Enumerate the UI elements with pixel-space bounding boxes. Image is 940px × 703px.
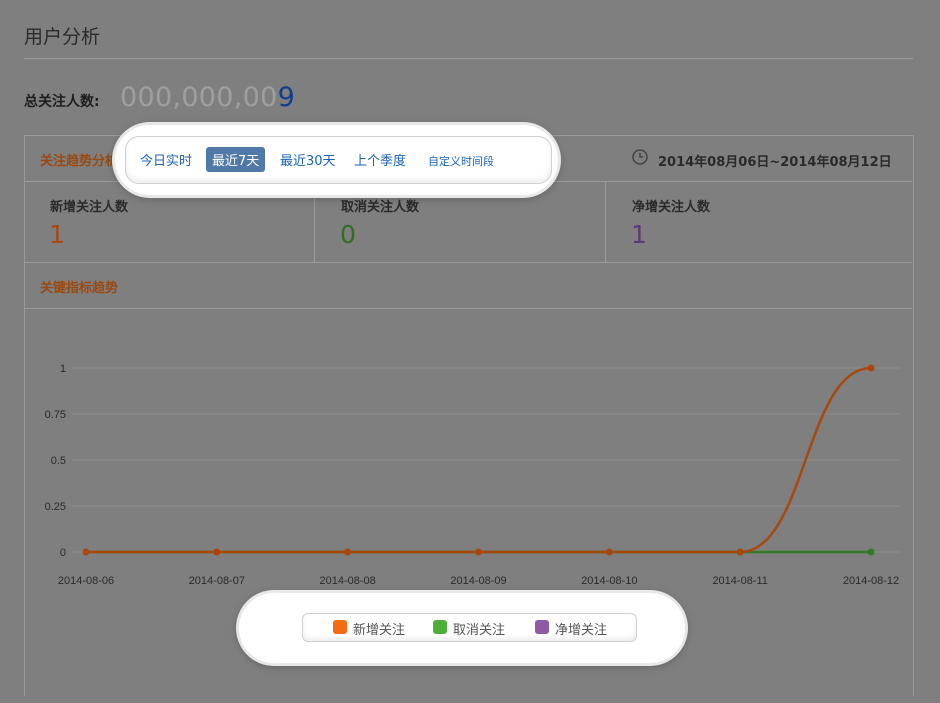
stat-new-value: 1	[49, 220, 65, 249]
data-point	[867, 548, 875, 556]
stat-cancel-label: 取消关注人数	[341, 200, 420, 215]
legend-new-label[interactable]: 新增关注	[353, 619, 405, 638]
legend-cancel-label[interactable]: 取消关注	[453, 619, 505, 638]
y-tick-label: 0.5	[51, 455, 66, 467]
x-tick-label: 2014-08-11	[712, 575, 767, 587]
tab-last-7-days[interactable]: 最近7天	[206, 147, 266, 172]
tab-custom-range[interactable]: 自定义时间段	[428, 153, 494, 169]
y-tick-label: 1	[60, 363, 66, 375]
y-tick-label: 0.25	[45, 501, 66, 513]
legend-net-swatch[interactable]	[535, 620, 549, 634]
kpi-title: 关键指标趋势	[40, 281, 119, 296]
stat-net-label: 净增关注人数	[632, 200, 711, 215]
total-followers-value: 000,000,009	[120, 82, 295, 113]
x-tick-label: 2014-08-08	[320, 575, 376, 587]
tab-last-30-days[interactable]: 最近30天	[280, 150, 336, 169]
page-title: 用户分析	[24, 26, 101, 48]
stat-new-label: 新增关注人数	[50, 200, 129, 215]
total-followers-label: 总关注人数:	[24, 94, 100, 110]
total-value-last-digit: 9	[277, 82, 296, 113]
kpi-header-row	[25, 263, 912, 309]
x-tick-label: 2014-08-12	[843, 575, 899, 587]
x-tick-label: 2014-08-09	[450, 575, 506, 587]
data-point	[475, 548, 482, 556]
data-point	[213, 548, 221, 556]
x-tick-label: 2014-08-06	[58, 575, 114, 587]
total-value-prefix: 000,000,00	[120, 82, 278, 113]
trend-line-chart: 0 0.25 0.5 0.75 1 2014-08-06 2014-08-07 2014-08…	[45, 363, 900, 587]
data-point	[736, 548, 744, 556]
stat-net-value: 1	[631, 220, 647, 249]
title-divider	[24, 58, 913, 59]
data-point	[344, 548, 352, 556]
tab-last-quarter[interactable]: 上个季度	[354, 150, 406, 169]
data-point	[605, 548, 613, 556]
stat-divider	[605, 182, 606, 262]
trend-title: 关注趋势分析	[40, 154, 119, 169]
tab-today-realtime[interactable]: 今日实时	[140, 150, 192, 169]
clock-icon	[632, 149, 648, 165]
legend-new-swatch[interactable]	[333, 620, 347, 634]
date-range: 2014年08月06日~2014年08月12日	[658, 155, 892, 170]
y-tick-label: 0.75	[45, 409, 66, 421]
y-tick-label: 0	[60, 547, 66, 559]
legend-cancel-swatch[interactable]	[433, 620, 447, 634]
stat-cancel-value: 0	[340, 220, 356, 249]
x-tick-label: 2014-08-10	[581, 575, 637, 587]
x-tick-label: 2014-08-07	[189, 575, 245, 587]
data-point	[82, 548, 90, 556]
legend-net-label[interactable]: 净增关注	[555, 619, 607, 638]
data-point	[867, 364, 875, 372]
